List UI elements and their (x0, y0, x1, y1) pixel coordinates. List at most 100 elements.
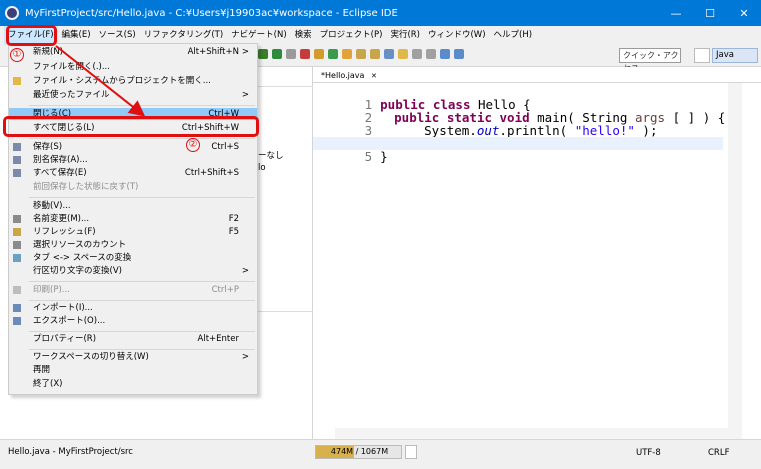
status-selection: Hello.java - MyFirstProject/src (8, 447, 133, 457)
menu-item-export[interactable]: エクスポート(O)... (9, 315, 257, 327)
menu-item-save[interactable]: 保存(S) Ctrl+S (9, 141, 257, 153)
file-menu-dropdown: 新規(N) Alt+Shift+N > ファイルを開く(.)... ファイル・シ… (8, 43, 258, 395)
java-perspective-button[interactable]: Java (712, 48, 758, 63)
menu-item-label: 名前変更(M)... (33, 214, 90, 224)
code-area[interactable]: 1 public class Hello { 2 public static voi… (313, 83, 753, 428)
search-icon[interactable] (384, 49, 394, 59)
menu-item-shortcut: Ctrl+S (211, 142, 239, 152)
refresh-icon (13, 228, 21, 236)
code-line: 4} (313, 124, 723, 150)
menu-item-label: ファイルを開く(.)... (33, 62, 110, 72)
open-type-icon[interactable] (356, 49, 366, 59)
encoding-status[interactable]: UTF-8 (636, 448, 661, 458)
prev-annotation-icon[interactable] (426, 49, 436, 59)
heap-status[interactable]: 474M / 1067M (315, 445, 402, 459)
debug-icon[interactable] (258, 49, 268, 59)
folder-icon (13, 77, 21, 85)
menu-item-count-resources[interactable]: 選択リソースのカウント (9, 239, 257, 251)
editor-horizontal-scrollbar[interactable] (335, 428, 728, 439)
problems-tabbar (255, 292, 313, 312)
menu-item-save-as[interactable]: 別名保存(A)... (9, 154, 257, 166)
menu-run[interactable]: 実行(R) (386, 26, 424, 45)
menu-item-import[interactable]: インポート(I)... (9, 302, 257, 314)
menu-item-label: 再開 (33, 365, 51, 375)
code-line: 1 public class Hello { (313, 85, 723, 111)
menu-item-label: 保存(S) (33, 142, 63, 152)
open-task-icon[interactable] (370, 49, 380, 59)
menu-item-label: ファイル・システムからプロジェクトを開く... (33, 76, 211, 86)
close-button[interactable]: ✕ (727, 0, 761, 26)
menu-item-shortcut: F5 (228, 227, 239, 237)
menu-item-move[interactable]: 移動(V)... (9, 200, 257, 212)
menu-separator (29, 300, 255, 301)
menu-item-label: 行区切り文字の変換(V) (33, 266, 122, 276)
java-editor: *Hello.java ✕ 1 public class Hello { 2 pub… (313, 67, 761, 439)
menu-item-print[interactable]: 印刷(P)... Ctrl+P (9, 284, 257, 296)
menu-item-label: タブ <-> スペースの変換 (33, 253, 132, 263)
menu-item-tab-space[interactable]: タブ <-> スペースの変換 (9, 252, 257, 264)
menu-item-label: プロパティー(R) (33, 334, 97, 344)
title-bar: MyFirstProject/src/Hello.java - C:¥Users… (0, 0, 761, 26)
submenu-arrow-icon: > (241, 90, 249, 100)
editor-tab-close-icon[interactable]: ✕ (371, 72, 377, 80)
rename-icon (13, 215, 21, 223)
menu-search[interactable]: 検索 (291, 26, 316, 45)
menu-separator (29, 331, 255, 332)
menu-item-label: 最近使ったファイル (33, 90, 110, 100)
menu-item-label: 移動(V)... (33, 201, 71, 211)
open-perspective-button[interactable] (694, 48, 710, 63)
menu-item-line-delimiters[interactable]: 行区切り文字の変換(V) > (9, 265, 257, 277)
menu-item-shortcut: Alt+Shift+N (187, 47, 239, 57)
menu-help[interactable]: ヘルプ(H) (490, 26, 537, 45)
run-icon[interactable] (272, 49, 282, 59)
menu-item-refresh[interactable]: リフレッシュ(F) F5 (9, 226, 257, 238)
annotation-badge-1: ① (10, 48, 24, 62)
menu-project[interactable]: プロジェクト(P) (316, 26, 387, 45)
editor-tabbar: *Hello.java ✕ (313, 67, 761, 83)
submenu-arrow-icon: > (241, 352, 249, 362)
menu-item-label: 別名保存(A)... (33, 155, 88, 165)
heap-text: 474M / 1067M (330, 447, 389, 456)
toolbar-icons (258, 49, 464, 59)
save-as-icon (13, 156, 21, 164)
menu-item-label: 終了(X) (33, 379, 63, 389)
external-tools-icon[interactable] (300, 49, 310, 59)
menu-item-open-projects[interactable]: ファイル・システムからプロジェクトを開く... (9, 75, 257, 87)
forward-icon[interactable] (454, 49, 464, 59)
menu-item-label: すべて保存(E) (33, 168, 87, 178)
save-all-icon (13, 169, 21, 177)
menu-item-revert[interactable]: 前回保存した状態に戻す(T) (9, 181, 257, 193)
menu-item-recent-files[interactable]: 最近使ったファイル > (9, 89, 257, 101)
menu-item-label: 新規(N) (33, 47, 63, 57)
code-line: 3 System.out.println( "hello!" ); (313, 111, 723, 137)
outline-text: ーなし (258, 151, 284, 161)
editor-vertical-scrollbar[interactable] (728, 83, 742, 439)
minimize-button[interactable]: — (659, 0, 693, 26)
window-title: MyFirstProject/src/Hello.java - C:¥Users… (25, 7, 398, 19)
annotation-icon[interactable] (398, 49, 408, 59)
outline-text-2: lo (258, 163, 266, 173)
garbage-collect-icon[interactable] (405, 445, 417, 459)
new-java-project-icon[interactable] (314, 49, 324, 59)
menu-item-restart[interactable]: 再開 (9, 364, 257, 376)
line-ending-status[interactable]: CRLF (708, 448, 729, 458)
menu-item-exit[interactable]: 終了(X) (9, 378, 257, 390)
annotation-box-file-menu (6, 25, 57, 46)
new-class-icon[interactable] (342, 49, 352, 59)
back-icon[interactable] (440, 49, 450, 59)
menu-window[interactable]: ウィンドウ(W) (424, 26, 490, 45)
menu-item-properties[interactable]: プロパティー(R) Alt+Enter (9, 333, 257, 345)
editor-tab-label: *Hello.java (321, 71, 365, 80)
menu-item-save-all[interactable]: すべて保存(E) Ctrl+Shift+S (9, 167, 257, 179)
menu-item-new[interactable]: 新規(N) Alt+Shift+N > (9, 46, 257, 58)
next-annotation-icon[interactable] (412, 49, 422, 59)
coverage-icon[interactable] (286, 49, 296, 59)
maximize-button[interactable]: ☐ (693, 0, 727, 26)
menu-item-open-file[interactable]: ファイルを開く(.)... (9, 61, 257, 73)
export-icon (13, 317, 21, 325)
menu-item-switch-workspace[interactable]: ワークスペースの切り替え(W) > (9, 351, 257, 363)
menu-item-rename[interactable]: 名前変更(M)... F2 (9, 213, 257, 225)
quick-access-input[interactable]: クイック・アクセス (619, 48, 681, 73)
new-package-icon[interactable] (328, 49, 338, 59)
editor-tab-hello[interactable]: *Hello.java ✕ (315, 68, 383, 83)
